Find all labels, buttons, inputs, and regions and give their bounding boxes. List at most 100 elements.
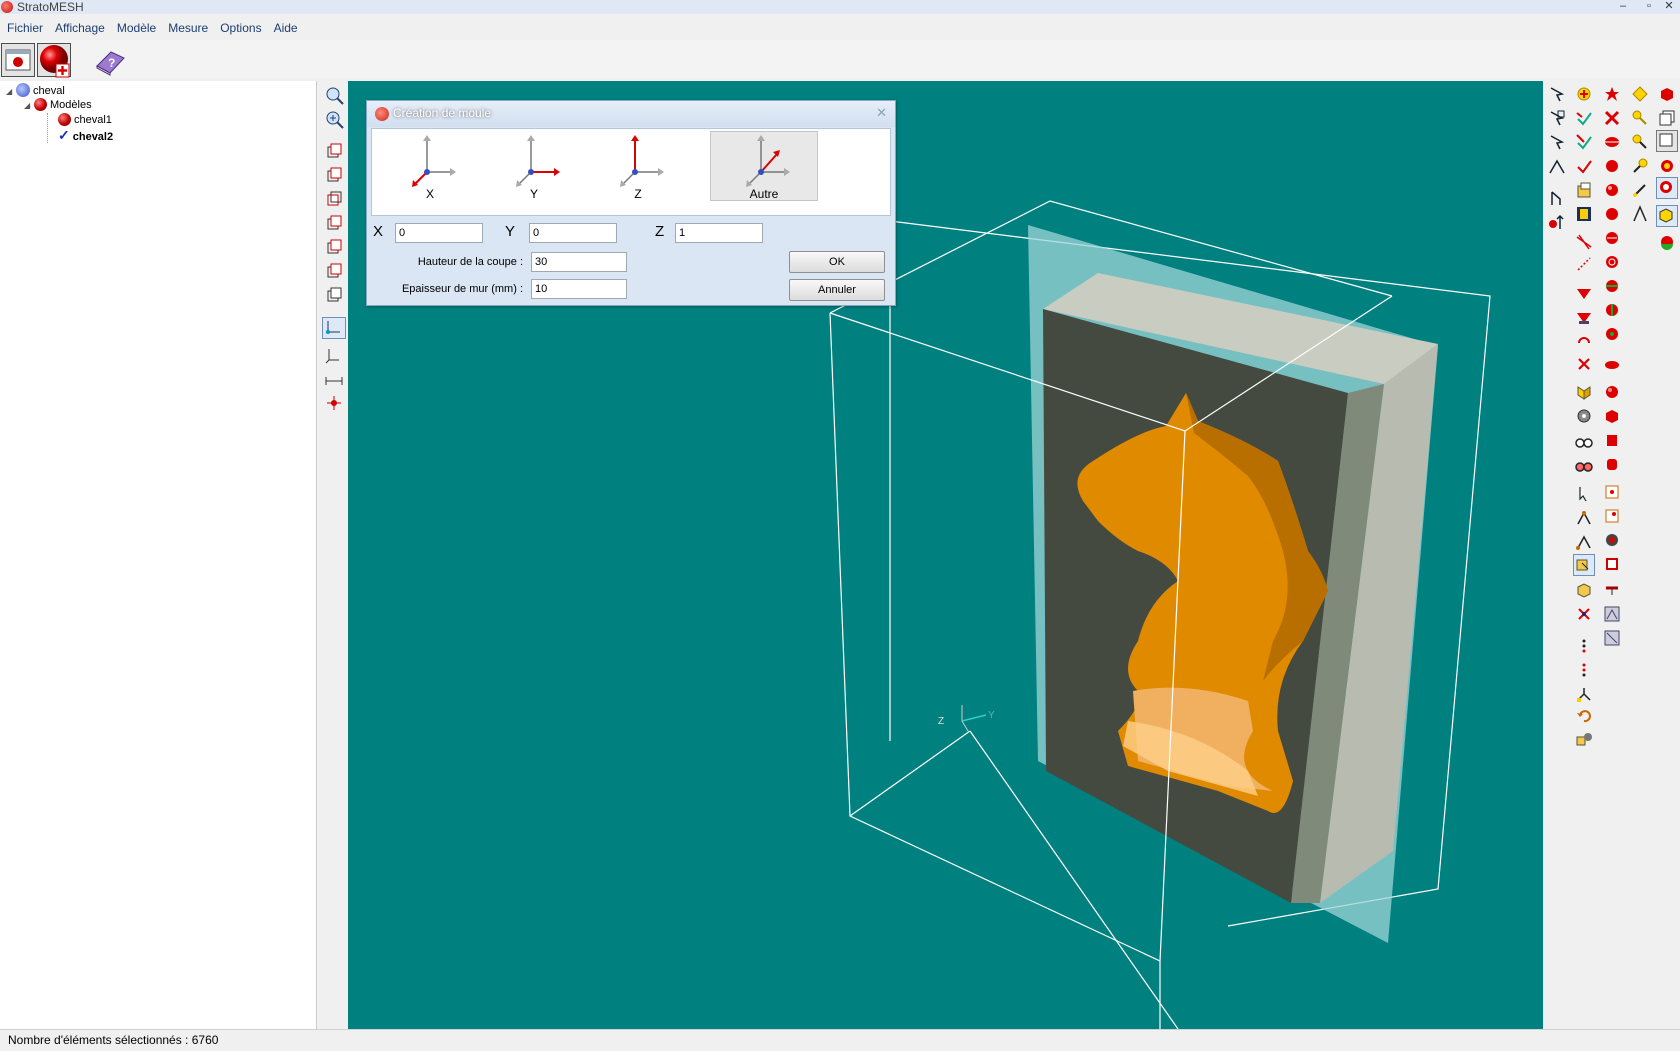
tree-item-cheval1[interactable]: cheval1 xyxy=(58,113,112,128)
x-input[interactable]: 0 xyxy=(395,223,483,243)
menu-options[interactable]: Options xyxy=(213,18,266,35)
dialog-close-icon[interactable]: ✕ xyxy=(876,105,887,121)
zoom-window-icon[interactable] xyxy=(324,85,344,105)
select-connected-icon[interactable] xyxy=(1548,133,1566,151)
measure-icon[interactable] xyxy=(324,369,344,389)
ok-button[interactable]: OK xyxy=(789,251,885,273)
wall-thickness-input[interactable]: 10 xyxy=(531,279,627,299)
red-sphere-ring-icon[interactable] xyxy=(1603,253,1621,271)
view-left-icon[interactable] xyxy=(324,189,344,209)
maximize-button[interactable]: ▫ xyxy=(1638,0,1660,14)
menu-affichage[interactable]: Affichage xyxy=(48,18,110,35)
translate-icon[interactable] xyxy=(1548,189,1566,207)
red-green-ball-icon[interactable] xyxy=(1658,233,1676,251)
remove-red-icon[interactable] xyxy=(1575,605,1593,623)
frame-view-2-icon[interactable] xyxy=(1603,629,1621,647)
minimize-button[interactable]: – xyxy=(1612,0,1634,14)
link-icon[interactable] xyxy=(1631,181,1649,199)
red-cylinder-2-icon[interactable] xyxy=(1603,455,1621,473)
y-input[interactable]: 0 xyxy=(529,223,617,243)
green-sphere-2-icon[interactable] xyxy=(1603,301,1621,319)
dots-red-icon[interactable] xyxy=(1575,661,1593,679)
red-sphere-4-icon[interactable] xyxy=(1603,229,1621,247)
menu-mesure[interactable]: Mesure xyxy=(161,18,213,35)
move-up-icon[interactable] xyxy=(1548,213,1566,231)
add-model-button[interactable] xyxy=(37,43,71,78)
green-sphere-3-icon[interactable] xyxy=(1603,325,1621,343)
cut-box-icon[interactable] xyxy=(1575,205,1593,223)
red-cube-star-icon[interactable] xyxy=(1658,85,1676,103)
view-top-icon[interactable] xyxy=(324,237,344,257)
view-back-icon[interactable] xyxy=(324,165,344,185)
axis-y-button[interactable]: Y xyxy=(480,131,588,201)
menu-fichier[interactable]: Fichier xyxy=(0,18,48,35)
window-view-button[interactable] xyxy=(1656,130,1678,152)
help-book-button[interactable]: ? xyxy=(92,43,126,77)
menu-aide[interactable]: Aide xyxy=(267,18,303,35)
red-ball-view-button[interactable] xyxy=(1656,177,1678,199)
close-window-button[interactable]: ✕ xyxy=(1658,0,1680,14)
frame-2-icon[interactable] xyxy=(1603,507,1621,525)
cut-height-input[interactable]: 30 xyxy=(531,252,627,272)
axis-view-button[interactable] xyxy=(322,317,346,339)
add-triangle-icon[interactable] xyxy=(1575,85,1593,103)
repair-icon[interactable] xyxy=(1575,133,1593,151)
select-tool-icon[interactable] xyxy=(1548,85,1566,103)
axis-z-button[interactable]: Z xyxy=(584,131,692,201)
collapse-icon[interactable]: ◢ xyxy=(24,98,34,113)
red-yellow-ball-icon[interactable] xyxy=(1658,157,1676,175)
green-sphere-icon[interactable] xyxy=(1603,277,1621,295)
delete-icon[interactable] xyxy=(1575,355,1593,373)
red-ball-icon[interactable] xyxy=(1603,383,1621,401)
push-pin-icon[interactable] xyxy=(1603,579,1621,597)
red-disc-icon[interactable] xyxy=(1603,133,1621,151)
frame-view-icon[interactable] xyxy=(1603,605,1621,623)
rotate-icon[interactable] xyxy=(1575,331,1593,349)
red-cross-icon[interactable] xyxy=(1603,109,1621,127)
point-tool-2-icon[interactable] xyxy=(1575,533,1593,551)
dots-icon[interactable] xyxy=(1575,637,1593,655)
settings-box-icon[interactable] xyxy=(1575,731,1593,749)
red-cube-icon[interactable] xyxy=(1603,407,1621,425)
frame-icon[interactable] xyxy=(1603,483,1621,501)
axis-other-button[interactable]: Autre xyxy=(710,131,818,201)
repair-holes-icon[interactable] xyxy=(1575,157,1593,175)
menu-modele[interactable]: Modèle xyxy=(110,18,161,35)
cube-yellow-icon[interactable] xyxy=(1575,581,1593,599)
red-sphere-3-icon[interactable] xyxy=(1603,205,1621,223)
tree-node-root[interactable]: ◢ cheval xyxy=(6,83,65,98)
view-front-icon[interactable] xyxy=(324,141,344,161)
shaded-view-button[interactable] xyxy=(1656,205,1678,227)
dotted-cut-icon[interactable] xyxy=(1575,255,1593,273)
axes-small-icon[interactable] xyxy=(324,345,344,365)
glasses-red-icon[interactable] xyxy=(1575,457,1593,475)
check-mesh-icon[interactable] xyxy=(1575,109,1593,127)
select-edge-icon[interactable] xyxy=(1548,157,1566,175)
cube-select-button[interactable] xyxy=(1573,554,1595,576)
view-bottom-icon[interactable] xyxy=(324,261,344,281)
box-icon[interactable] xyxy=(1575,181,1593,199)
red-cone-2-icon[interactable] xyxy=(1575,309,1593,327)
yellow-diamond-icon[interactable] xyxy=(1631,85,1649,103)
section-icon[interactable] xyxy=(324,393,344,413)
red-sphere-2-icon[interactable] xyxy=(1603,181,1621,199)
zoom-fit-icon[interactable] xyxy=(324,109,344,129)
collapse-icon[interactable]: ◢ xyxy=(6,84,16,99)
tree-item-cheval2[interactable]: ✓ cheval2 xyxy=(58,128,113,144)
key-3-icon[interactable] xyxy=(1631,157,1649,175)
axis-x-button[interactable]: X xyxy=(376,131,484,201)
shell-icon[interactable] xyxy=(1575,383,1593,401)
z-input[interactable]: 1 xyxy=(675,223,763,243)
key-2-icon[interactable] xyxy=(1631,133,1649,151)
red-star-icon[interactable] xyxy=(1603,85,1621,103)
cut-line-icon[interactable] xyxy=(1575,233,1593,251)
gear-icon[interactable] xyxy=(1575,407,1593,425)
red-cone-icon[interactable] xyxy=(1575,285,1593,303)
compass-icon[interactable] xyxy=(1631,205,1649,223)
point-tool-icon[interactable] xyxy=(1575,509,1593,527)
book-red-icon[interactable] xyxy=(1603,555,1621,573)
view-iso-icon[interactable] xyxy=(324,285,344,305)
key-icon[interactable] xyxy=(1631,109,1649,127)
tree-node-models[interactable]: ◢ Modèles xyxy=(24,98,92,113)
view-right-icon[interactable] xyxy=(324,213,344,233)
